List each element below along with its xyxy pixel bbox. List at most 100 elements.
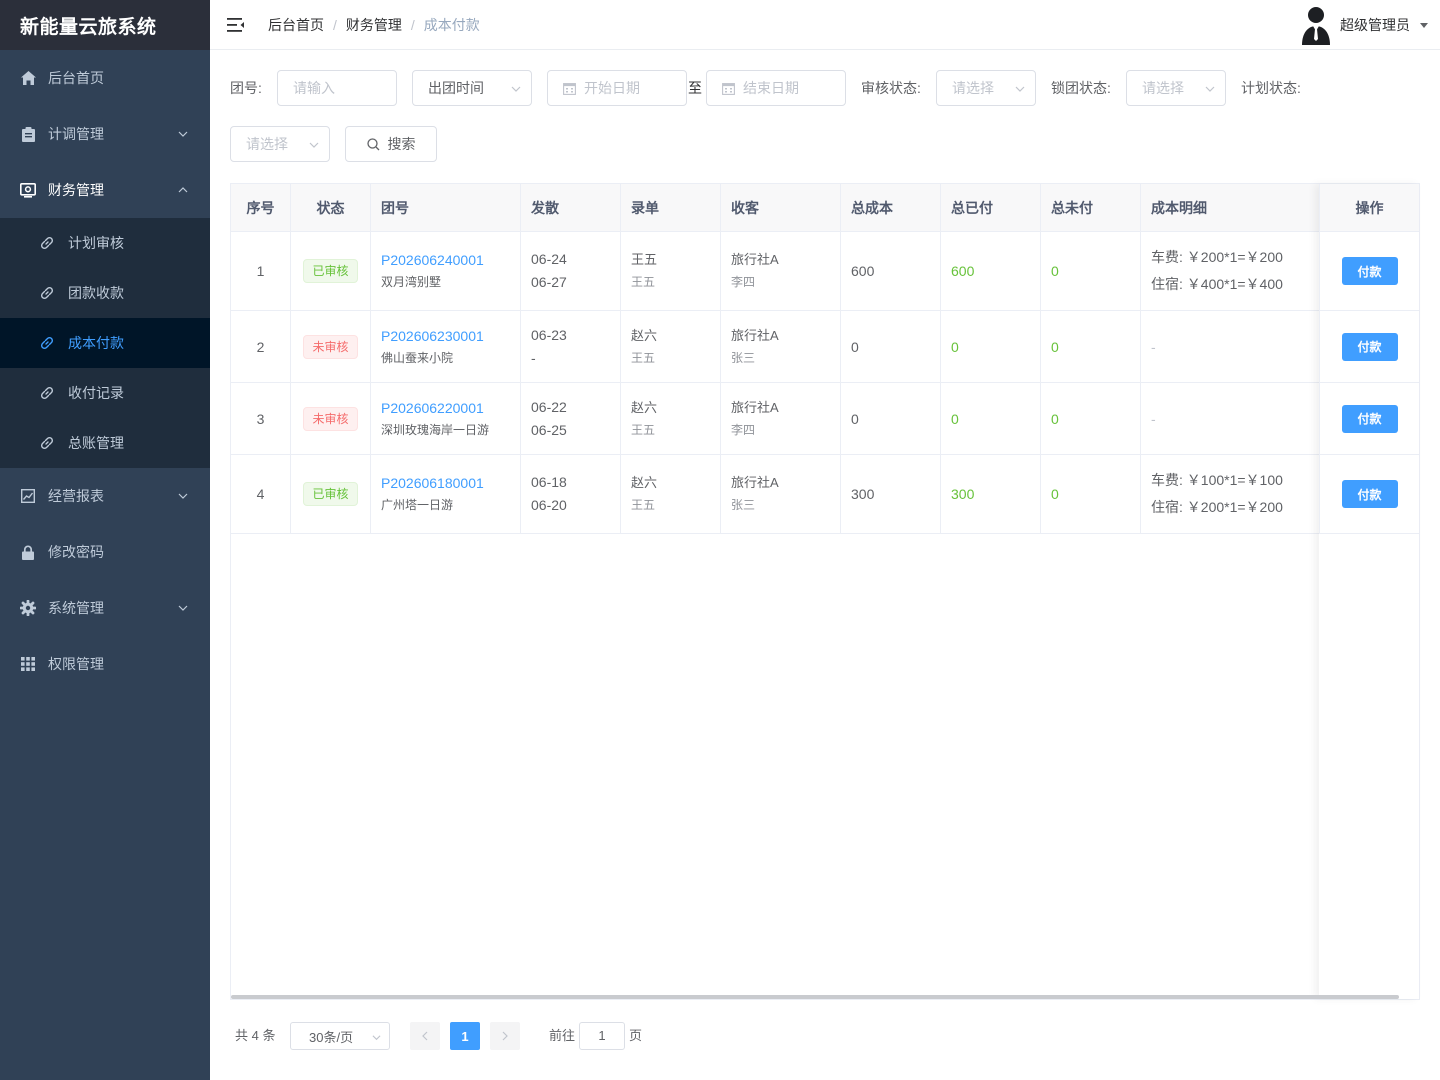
sidebar-item-planning[interactable]: 计调管理 <box>0 106 210 162</box>
user-menu[interactable]: 超级管理员 <box>1300 0 1428 50</box>
horizontal-scrollbar[interactable] <box>231 995 1399 999</box>
entry-secondary: 王五 <box>631 422 656 437</box>
cost-detail-empty: - <box>1151 338 1156 355</box>
next-page-button[interactable] <box>490 1022 520 1050</box>
sidebar-item-ledger[interactable]: 总账管理 <box>0 418 210 468</box>
group-name: 佛山蚕来小院 <box>381 350 454 365</box>
row-index: 1 <box>231 232 291 310</box>
row-index-text: 4 <box>256 486 265 502</box>
goto-page-input[interactable]: 1 <box>579 1022 625 1050</box>
breadcrumb-finance[interactable]: 财务管理 <box>346 15 402 35</box>
sidebar-item-label: 收付记录 <box>68 385 124 401</box>
lock-status-select[interactable]: 请选择 <box>1126 70 1226 106</box>
search-button-label: 搜索 <box>387 136 416 152</box>
total-unpaid: 0 <box>1051 486 1059 502</box>
entry-cell: 赵六 王五 <box>621 455 721 533</box>
total-paid: 600 <box>951 263 975 279</box>
sidebar-item-change-password[interactable]: 修改密码 <box>0 524 210 580</box>
client-cell: 旅行社A 李四 <box>721 232 841 310</box>
chevron-down-icon <box>178 493 188 499</box>
hamburger-icon[interactable] <box>226 15 246 35</box>
group-no-input[interactable]: 请输入 <box>277 70 397 106</box>
cost-detail-cell: - <box>1141 311 1319 382</box>
audit-status-placeholder: 请选择 <box>952 80 994 96</box>
client-cell: 旅行社A 张三 <box>721 455 841 533</box>
date-cell: 06-22 06-25 <box>521 383 621 454</box>
sidebar-item-finance[interactable]: 财务管理 <box>0 162 210 218</box>
prev-page-button[interactable] <box>410 1022 440 1050</box>
chevron-down-icon <box>511 86 521 92</box>
entry-primary: 赵六 <box>631 399 658 415</box>
breadcrumb-separator: / <box>410 17 415 33</box>
audit-status-label: 审核状态: <box>861 80 921 96</box>
plan-status-select[interactable]: 请选择 <box>230 126 330 162</box>
group-no-placeholder: 请输入 <box>293 80 335 96</box>
caret-down-icon <box>1420 22 1428 28</box>
search-button[interactable]: 搜索 <box>345 126 437 162</box>
status-badge: 未审核 <box>303 334 358 359</box>
sidebar-item-reports[interactable]: 经营报表 <box>0 468 210 524</box>
entry-cell: 赵六 王五 <box>621 383 721 454</box>
link-icon <box>40 335 56 351</box>
column-header: 录单 <box>621 184 721 232</box>
client-contact: 李四 <box>731 275 756 289</box>
audit-status-select[interactable]: 请选择 <box>936 70 1036 106</box>
sidebar-item-plan-audit[interactable]: 计划审核 <box>0 218 210 268</box>
group-no-link[interactable]: P202606180001 <box>381 472 520 494</box>
group-cell: P202606220001 深圳玫瑰海岸一日游 <box>371 383 521 454</box>
group-no-link[interactable]: P202606230001 <box>381 325 520 347</box>
column-header: 总已付 <box>941 184 1041 232</box>
start-date-picker[interactable]: 开始日期 <box>547 70 687 106</box>
chevron-down-icon <box>309 142 319 148</box>
total-unpaid: 0 <box>1051 263 1059 279</box>
grid-icon <box>20 656 36 672</box>
sidebar-item-group-receipt[interactable]: 团款收款 <box>0 268 210 318</box>
date-end: 06-20 <box>531 497 567 513</box>
total-cost: 0 <box>851 338 859 355</box>
cost-detail-line: 车费: ￥200*1=￥200 <box>1151 249 1283 265</box>
client-agency: 旅行社A <box>731 475 779 490</box>
sidebar-item-permissions[interactable]: 权限管理 <box>0 636 210 692</box>
client-cell: 旅行社A 李四 <box>721 383 841 454</box>
sidebar-item-home[interactable]: 后台首页 <box>0 50 210 106</box>
status-cell: 已审核 <box>291 455 371 533</box>
date-start: 06-24 <box>531 251 567 267</box>
sidebar-item-label: 权限管理 <box>48 656 104 672</box>
total-paid: 0 <box>951 338 959 355</box>
chevron-right-icon <box>502 1031 508 1041</box>
unpaid-cell: 0 <box>1041 232 1141 310</box>
entry-cell: 王五 王五 <box>621 232 721 310</box>
sidebar-item-label: 财务管理 <box>48 182 104 198</box>
group-name: 双月湾别墅 <box>381 275 442 289</box>
calendar-icon <box>563 82 576 95</box>
sidebar: 新能量云旅系统 后台首页 计调管理 财务管理 计划审核 团款收款 成本付款 收付… <box>0 0 210 1080</box>
sidebar-item-system[interactable]: 系统管理 <box>0 580 210 636</box>
date-start: 06-18 <box>531 474 567 490</box>
page-number-current[interactable]: 1 <box>450 1022 480 1050</box>
paid-cell: 300 <box>941 455 1041 533</box>
total-unpaid: 0 <box>1051 338 1059 355</box>
sidebar-item-cost-payment[interactable]: 成本付款 <box>0 318 210 368</box>
group-no-link[interactable]: P202606220001 <box>381 397 520 419</box>
group-no-link[interactable]: P202606240001 <box>381 249 520 271</box>
end-date-picker[interactable]: 结束日期 <box>706 70 846 106</box>
sidebar-item-label: 后台首页 <box>48 70 104 86</box>
client-contact: 张三 <box>731 498 756 512</box>
total-cost: 300 <box>851 486 875 502</box>
breadcrumb-home[interactable]: 后台首页 <box>268 15 324 35</box>
unpaid-cell: 0 <box>1041 311 1141 382</box>
sidebar-item-label: 计划审核 <box>68 235 124 251</box>
sidebar-item-payment-records[interactable]: 收付记录 <box>0 368 210 418</box>
chevron-left-icon <box>422 1031 428 1041</box>
date-type-select[interactable]: 出团时间 <box>412 70 532 106</box>
link-icon <box>40 435 56 451</box>
fixed-action-column-shadow <box>1319 184 1419 999</box>
home-icon <box>20 70 36 86</box>
table-row: 1 已审核 P202606240001 双月湾别墅 06-24 06-27 王五… <box>231 232 1419 311</box>
sidebar-item-label: 经营报表 <box>48 488 104 504</box>
client-contact: 李四 <box>731 422 756 437</box>
total-paid: 0 <box>951 410 959 427</box>
unpaid-cell: 0 <box>1041 455 1141 533</box>
cost-detail-line: 住宿: ￥400*1=￥400 <box>1151 276 1283 292</box>
page-size-select[interactable]: 30条/页 <box>290 1022 390 1050</box>
